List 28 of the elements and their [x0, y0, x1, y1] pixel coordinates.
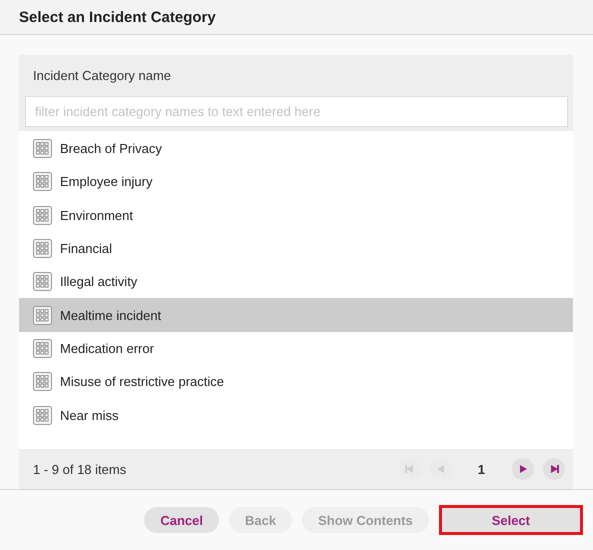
page-number: 1 [478, 462, 485, 476]
category-name: Near miss [60, 408, 119, 423]
category-name: Employee injury [60, 174, 152, 190]
last-page-icon[interactable] [543, 458, 565, 480]
grid-icon [33, 338, 52, 358]
category-name: Illegal activity [60, 274, 138, 290]
category-name: Environment [60, 208, 133, 223]
grid-icon [33, 306, 52, 325]
grid-icon [33, 272, 52, 292]
category-name: Financial [60, 241, 112, 256]
category-name: Medication error [60, 340, 154, 356]
select-button[interactable]: Select [438, 505, 583, 535]
category-name: Misuse of restrictive practice [60, 374, 224, 390]
filter-field[interactable]: filter incident category names to text entered here [25, 96, 568, 127]
grid-icon [33, 239, 52, 258]
grid-icon [33, 206, 52, 225]
column-header: Incident Category name [33, 68, 172, 82]
grid-icon [33, 406, 52, 425]
category-name: Breach of Privacy [60, 141, 162, 156]
pager-summary: 1 - 9 of 18 items [33, 462, 128, 476]
category-row[interactable]: Mealtime incident [19, 298, 573, 332]
cancel-button[interactable]: Cancel [144, 507, 219, 533]
grid-icon [33, 372, 52, 392]
next-page-icon[interactable] [512, 458, 534, 480]
grid-icon [33, 172, 52, 192]
dialog-title: Select an Incident Category [19, 8, 216, 26]
grid-icon [33, 139, 52, 158]
category-name: Mealtime incident [60, 308, 162, 323]
